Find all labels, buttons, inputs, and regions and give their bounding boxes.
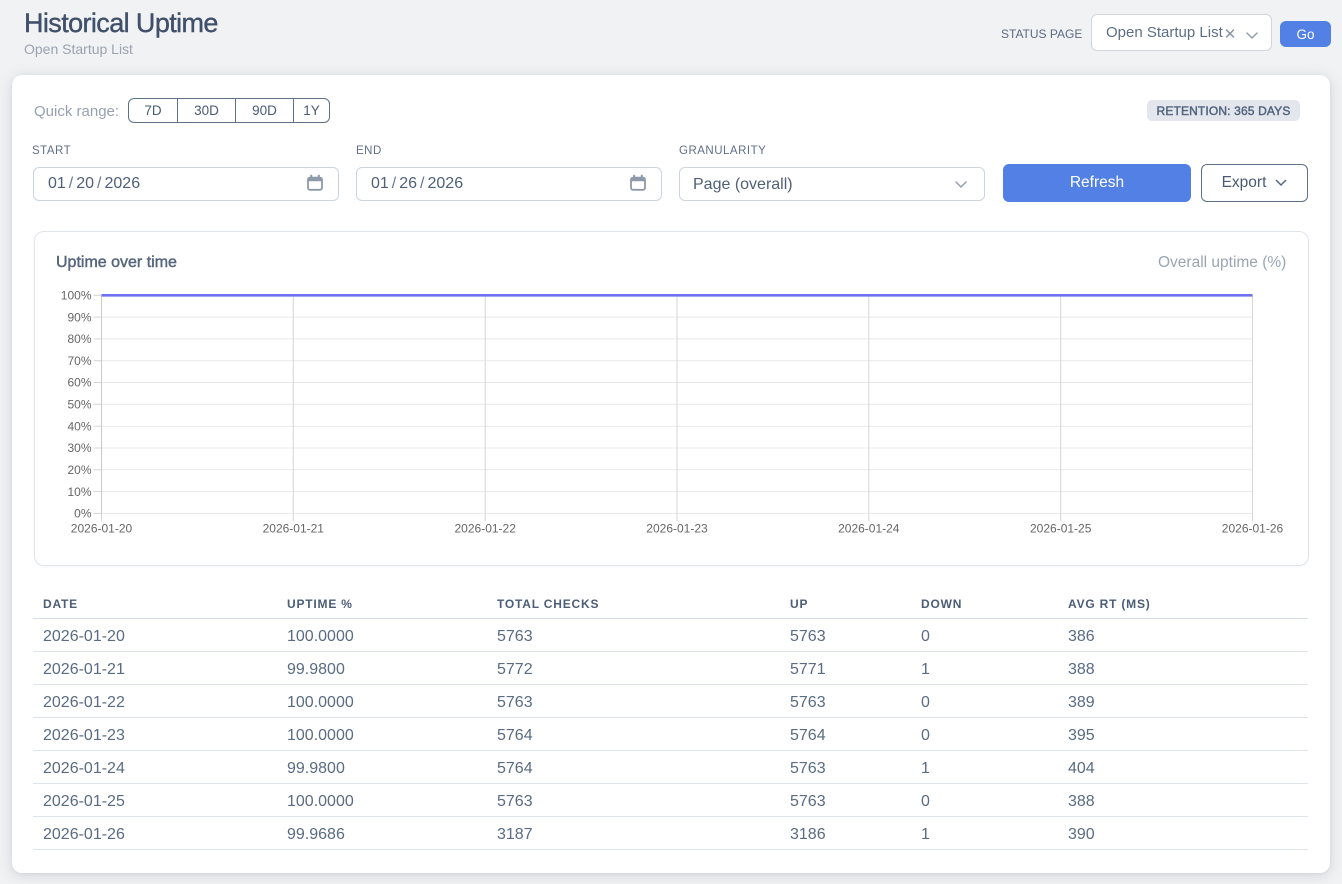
svg-text:50%: 50% <box>67 398 91 412</box>
svg-text:0%: 0% <box>74 507 92 521</box>
svg-text:60%: 60% <box>67 376 91 390</box>
svg-text:80%: 80% <box>67 332 91 346</box>
svg-text:100%: 100% <box>61 289 92 303</box>
svg-text:40%: 40% <box>67 419 91 433</box>
svg-text:30%: 30% <box>67 441 91 455</box>
svg-text:20%: 20% <box>67 463 91 477</box>
svg-text:2026-01-24: 2026-01-24 <box>838 521 900 535</box>
svg-text:2026-01-21: 2026-01-21 <box>263 521 325 535</box>
svg-text:10%: 10% <box>67 485 91 499</box>
svg-text:70%: 70% <box>67 354 91 368</box>
svg-text:2026-01-23: 2026-01-23 <box>646 521 708 535</box>
svg-text:2026-01-26: 2026-01-26 <box>1222 521 1284 535</box>
svg-text:2026-01-25: 2026-01-25 <box>1030 521 1092 535</box>
svg-text:2026-01-22: 2026-01-22 <box>455 521 517 535</box>
svg-text:2026-01-20: 2026-01-20 <box>71 521 133 535</box>
svg-text:90%: 90% <box>67 310 91 324</box>
